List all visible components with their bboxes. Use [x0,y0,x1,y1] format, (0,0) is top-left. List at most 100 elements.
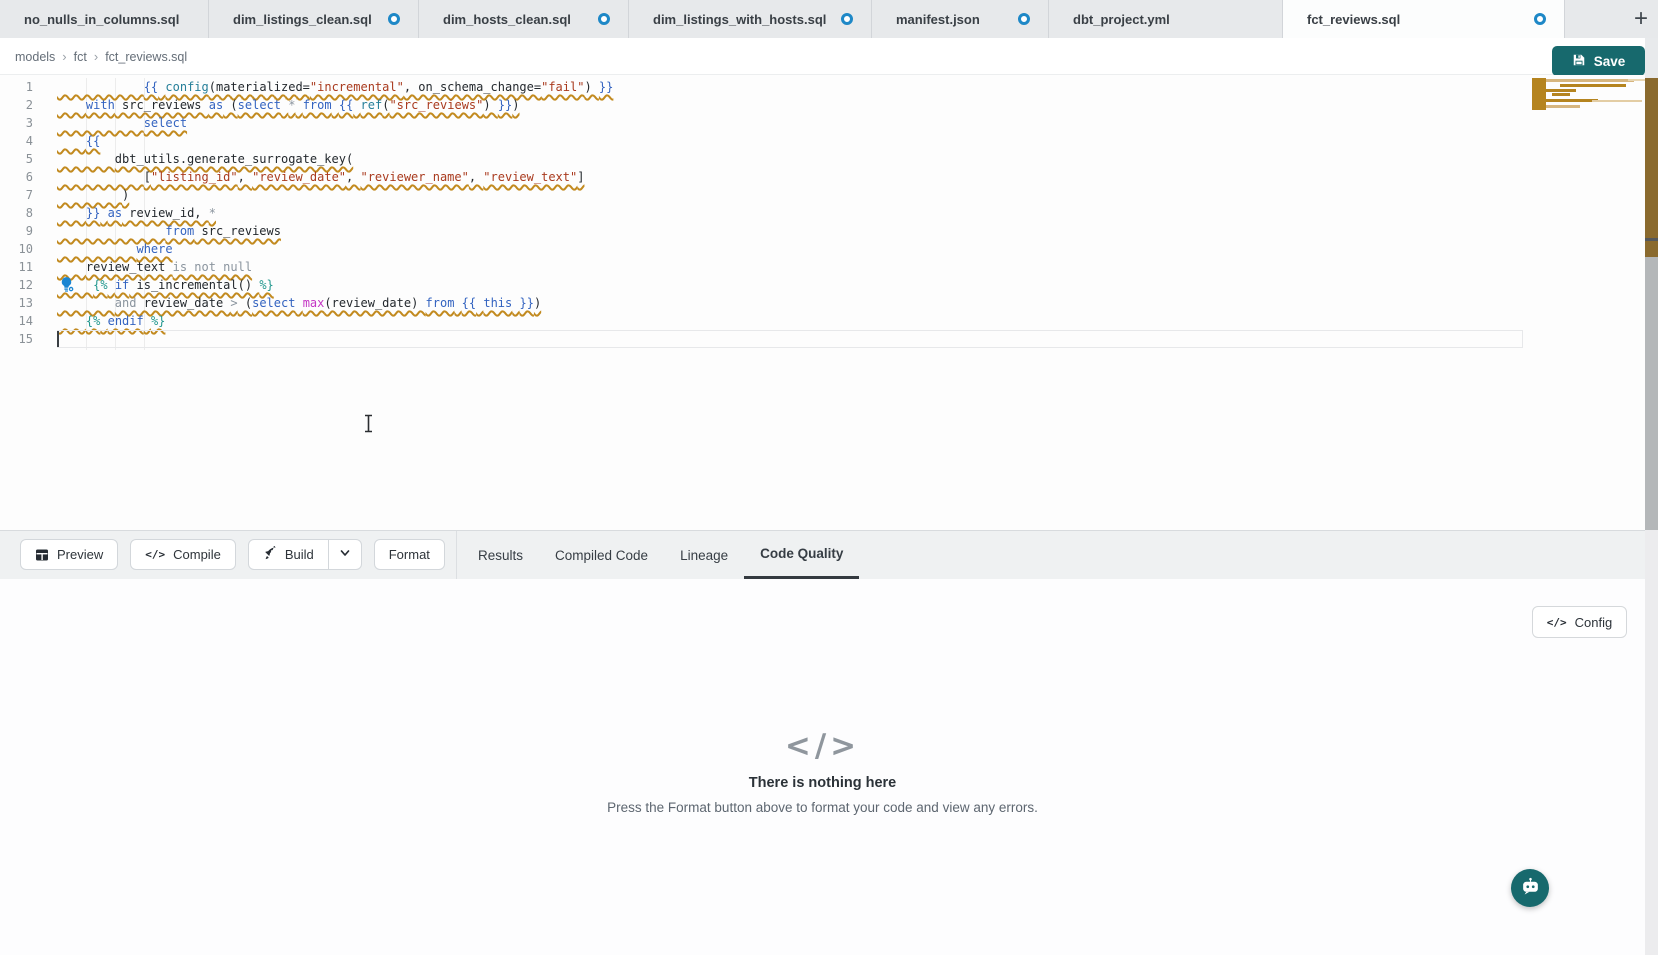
scrollbar-thumb[interactable] [1645,257,1658,530]
code-line: {% endif %} [57,312,165,330]
config-button[interactable]: </> Config [1532,606,1627,638]
code-line: {% if is_incremental() %} [57,276,274,294]
current-line-highlight [57,330,1523,348]
scrollbar[interactable] [1645,38,1658,955]
new-tab-button[interactable]: + [1626,3,1656,35]
chevron-down-icon [339,546,351,564]
code-line: ["listing_id", "review_date", "reviewer_… [57,168,584,186]
editor-tab-bar: no_nulls_in_columns.sql dim_listings_clea… [0,0,1658,38]
editor-tab[interactable]: manifest.json [872,0,1049,38]
minimap-line [1546,105,1580,108]
line-number: 15 [0,330,33,348]
minimap-line [1532,78,1546,110]
rocket-icon [263,546,277,563]
tab-filename: dim_hosts_clean.sql [443,12,571,27]
build-button[interactable]: Build [249,540,329,569]
chatbot-icon [1520,876,1541,900]
format-button[interactable]: Format [374,539,445,570]
text-cursor [57,331,59,347]
warning-squiggle: from src_reviews [57,224,281,238]
table-icon [35,548,49,562]
code-editor[interactable]: 1 {{ config(materialized="incremental", … [0,75,1645,530]
tab-filename: dim_listings_with_hosts.sql [653,12,826,27]
build-options-dropdown[interactable] [329,540,361,569]
warning-squiggle: dbt_utils.generate_surrogate_key( [57,152,353,166]
button-label: Build [285,547,314,562]
chat-assistant-button[interactable] [1511,869,1549,907]
compile-button[interactable]: </> Compile [130,539,236,570]
breadcrumb-separator-icon: › [94,49,98,64]
bottom-toolbar: Preview </> Compile Build Format ResultsComp… [0,530,1645,579]
line-number: 4 [0,132,33,150]
tab-results[interactable]: Results [462,531,539,579]
minimap-line [1546,79,1634,82]
code-icon: </> [145,548,165,561]
code-icon: </> [0,728,1645,764]
line-number: 3 [0,114,33,132]
preview-button[interactable]: Preview [20,539,118,570]
unsaved-changes-dot [841,13,853,25]
editor-tab[interactable]: no_nulls_in_columns.sql [0,0,209,38]
minimap[interactable] [1532,78,1645,114]
tab-filename: no_nulls_in_columns.sql [24,12,179,27]
tab-code-quality[interactable]: Code Quality [744,531,859,579]
save-button[interactable]: Save [1552,46,1645,76]
line-number: 6 [0,168,33,186]
minimap-line [1560,84,1626,87]
code-line: where [57,240,173,258]
minimap-line [1592,100,1642,102]
line-number: 13 [0,294,33,312]
code-line: {{ config(materialized="incremental", on… [57,78,613,96]
line-number: 12 [0,276,33,294]
warning-squiggle: }} as review_id, * [57,206,216,220]
line-number: 1 [0,78,33,96]
result-tabs: ResultsCompiled CodeLineageCode Quality [462,531,859,579]
tab-compiled-code[interactable]: Compiled Code [539,531,664,579]
code-line: ) [57,186,129,204]
empty-state-title: There is nothing here [0,775,1645,791]
warning-squiggle: ["listing_id", "review_date", "reviewer_… [57,170,584,184]
warning-squiggle: with src_reviews as (select * from {{ re… [57,98,520,112]
breadcrumb: models › fct › fct_reviews.sql [15,38,187,75]
code-quality-panel: </> Config </> There is nothing here Pre… [0,579,1645,955]
warning-squiggle: {% endif %} [57,314,165,328]
minimap-line [1552,93,1570,96]
editor-tab[interactable]: dim_hosts_clean.sql [419,0,629,38]
breadcrumb-separator-icon: › [62,49,66,64]
warning-squiggle: select [57,116,187,130]
line-number: 11 [0,258,33,276]
line-number: 8 [0,204,33,222]
unsaved-changes-dot [388,13,400,25]
breadcrumb-segment[interactable]: models [15,50,55,64]
scrollbar-marker [1645,238,1658,241]
code-line: and review_date > (select max(review_dat… [57,294,541,312]
editor-tab[interactable]: dim_listings_clean.sql [209,0,419,38]
code-line: }} as review_id, * [57,204,216,222]
line-number: 2 [0,96,33,114]
overview-ruler-warnings [1645,78,1658,257]
warning-squiggle: {{ [57,134,100,148]
button-label: Compile [173,547,221,562]
editor-tab[interactable]: dbt_project.yml [1049,0,1283,38]
unsaved-changes-dot [1018,13,1030,25]
tab-filename: dbt_project.yml [1073,12,1170,27]
breadcrumb-segment[interactable]: fct_reviews.sql [105,50,187,64]
minimap-line [1546,89,1576,92]
code-line: select [57,114,187,132]
code-action-lightbulb-icon[interactable] [58,276,75,298]
code-line: dbt_utils.generate_surrogate_key( [57,150,353,168]
tab-lineage[interactable]: Lineage [664,531,744,579]
editor-tab[interactable]: dim_listings_with_hosts.sql [629,0,872,38]
build-split-button: Build [248,539,362,570]
tab-filename: fct_reviews.sql [1307,12,1400,27]
breadcrumb-segment[interactable]: fct [74,50,87,64]
code-icon: </> [1547,616,1567,629]
editor-tab[interactable]: fct_reviews.sql [1283,0,1565,38]
save-icon [1572,53,1586,70]
unsaved-changes-dot [598,13,610,25]
save-label: Save [1594,54,1626,69]
tab-filename: manifest.json [896,12,980,27]
line-number: 9 [0,222,33,240]
warning-squiggle: {% if is_incremental() %} [57,278,274,292]
unsaved-changes-dot [1534,13,1546,25]
